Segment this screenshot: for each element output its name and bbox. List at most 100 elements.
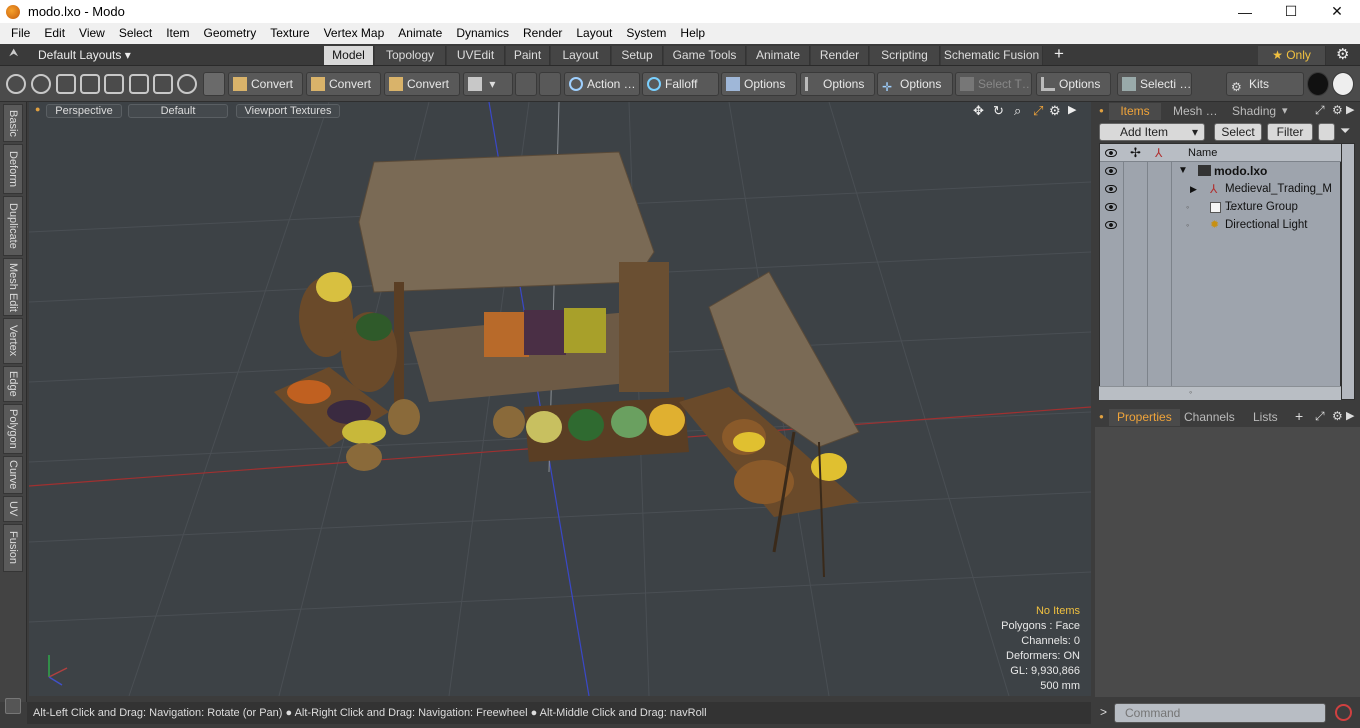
material-mode-icon[interactable]: [177, 74, 197, 94]
options-button-4[interactable]: Options: [1036, 72, 1111, 96]
pan-icon[interactable]: ✥: [973, 103, 984, 119]
name-column-header[interactable]: Name: [1188, 144, 1217, 162]
tab-items[interactable]: Items: [1109, 103, 1161, 120]
sidebar-tab-mesh-edit[interactable]: Mesh Edit: [3, 258, 23, 316]
selection-sets-button[interactable]: Selecti …: [1117, 72, 1192, 96]
tab-shading[interactable]: Shading: [1224, 103, 1284, 120]
tab-model[interactable]: Model: [324, 46, 374, 65]
tab-setup[interactable]: Setup: [612, 46, 663, 65]
3d-viewport[interactable]: ● Perspective Default Viewport Textures …: [29, 102, 1091, 696]
panel-menu-dot-icon[interactable]: ●: [1099, 412, 1104, 421]
item-mode-icon[interactable]: [104, 74, 124, 94]
symmetry-icon[interactable]: [515, 72, 537, 96]
panel-more-icon[interactable]: ▶: [1346, 409, 1354, 422]
tab-game-tools[interactable]: Game Tools: [664, 46, 746, 65]
filter-funnel-icon[interactable]: ⏷: [1340, 123, 1350, 139]
default-layouts-dropdown[interactable]: Default Layouts ▾: [38, 48, 131, 62]
sidebar-tab-polygon[interactable]: Polygon: [3, 404, 23, 454]
menu-layout[interactable]: Layout: [569, 23, 619, 44]
vertex-mode-icon[interactable]: [6, 74, 26, 94]
zoom-icon[interactable]: ⌕: [1014, 103, 1021, 119]
viewport-settings-gear-icon[interactable]: ⚙: [1049, 103, 1061, 119]
market-stall-left-model[interactable]: [274, 151, 689, 471]
item-row-directional-light[interactable]: ◦ ✹ Directional Light: [1100, 216, 1341, 234]
menu-view[interactable]: View: [72, 23, 112, 44]
convert-button-2[interactable]: Convert: [306, 72, 381, 96]
locator-icon[interactable]: ⅄: [1155, 144, 1162, 162]
tab-properties[interactable]: Properties: [1109, 409, 1180, 426]
menu-vertex-map[interactable]: Vertex Map: [317, 23, 392, 44]
unreal-icon[interactable]: [1332, 72, 1354, 96]
record-macro-icon[interactable]: [1335, 704, 1352, 721]
options-button-2[interactable]: Options: [800, 72, 875, 96]
tab-uvedit[interactable]: UVEdit: [447, 46, 505, 65]
center-mode-icon[interactable]: [153, 74, 173, 94]
panel-expand-icon[interactable]: ⤢: [1315, 409, 1325, 424]
viewport-textures-dropdown[interactable]: Viewport Textures: [236, 104, 340, 118]
menu-help[interactable]: Help: [673, 23, 712, 44]
item-row-scene[interactable]: ▼ modo.lxo: [1100, 162, 1341, 180]
collapse-all-icon[interactable]: [1318, 123, 1335, 141]
eye-icon[interactable]: [1105, 167, 1117, 175]
panel-settings-icon[interactable]: ⚙: [1332, 409, 1343, 423]
panel-dropdown-icon[interactable]: ▾: [1282, 104, 1288, 117]
shading-style-dropdown[interactable]: Default: [128, 104, 228, 118]
unity-icon[interactable]: [1307, 72, 1329, 96]
menu-select[interactable]: Select: [112, 23, 159, 44]
tab-render[interactable]: Render: [811, 46, 869, 65]
select-through-button[interactable]: Select T…: [955, 72, 1032, 96]
pivot-mode-icon[interactable]: [129, 74, 149, 94]
snapping-icon[interactable]: [539, 72, 561, 96]
select-button[interactable]: Select: [1214, 123, 1262, 141]
sidebar-tab-uv[interactable]: UV: [3, 496, 23, 522]
scroll-thumb-icon[interactable]: ◦: [1189, 387, 1192, 397]
tab-channels[interactable]: Channels: [1176, 409, 1243, 426]
rotate-icon[interactable]: ↻: [993, 103, 1004, 119]
items-horizontal-scrollbar[interactable]: ◦: [1099, 386, 1341, 400]
menu-dynamics[interactable]: Dynamics: [449, 23, 516, 44]
kits-button[interactable]: ⚙ Kits: [1226, 72, 1304, 96]
menu-render[interactable]: Render: [516, 23, 569, 44]
panel-menu-dot-icon[interactable]: ●: [1099, 106, 1104, 115]
viewport-more-icon[interactable]: ▶: [1068, 103, 1076, 116]
only-toggle[interactable]: ★ Only: [1258, 46, 1326, 65]
viewport-menu-dot-icon[interactable]: ●: [35, 104, 40, 114]
eye-icon[interactable]: [1105, 185, 1117, 193]
add-item-button[interactable]: Add Item ▾: [1099, 123, 1205, 141]
expand-sidebar-button[interactable]: [5, 698, 21, 714]
menu-edit[interactable]: Edit: [37, 23, 72, 44]
sidebar-tab-vertex[interactable]: Vertex: [3, 318, 23, 364]
primitive-dropdown[interactable]: ▾: [463, 72, 513, 96]
sidebar-tab-edge[interactable]: Edge: [3, 366, 23, 402]
action-center-button[interactable]: Action …: [564, 72, 640, 96]
polygon-mode-icon[interactable]: [80, 74, 100, 94]
sidebar-tab-deform[interactable]: Deform: [3, 144, 23, 194]
sidebar-tab-duplicate[interactable]: Duplicate: [3, 196, 23, 256]
maximize-viewport-icon[interactable]: ⤢: [1033, 103, 1043, 119]
items-vertical-scrollbar[interactable]: [1341, 143, 1355, 400]
expand-arrow-icon[interactable]: ▼: [1178, 162, 1188, 180]
panel-settings-icon[interactable]: ⚙: [1332, 103, 1343, 117]
sidebar-tab-curve[interactable]: Curve: [3, 456, 23, 494]
item-row-mesh[interactable]: ▶ ⅄ Medieval_Trading_M …: [1100, 180, 1341, 213]
command-input[interactable]: [1114, 703, 1326, 723]
eye-icon[interactable]: [1105, 149, 1117, 157]
tab-layout[interactable]: Layout: [551, 46, 611, 65]
eye-icon[interactable]: [1105, 203, 1117, 211]
sidebar-tab-fusion[interactable]: Fusion: [3, 524, 23, 572]
falloff-button[interactable]: Falloff: [642, 72, 719, 96]
view-type-dropdown[interactable]: Perspective: [46, 104, 122, 118]
convert-button-1[interactable]: Convert: [228, 72, 303, 96]
maximize-button[interactable]: ☐: [1268, 0, 1314, 23]
tab-topology[interactable]: Topology: [375, 46, 446, 65]
panel-expand-icon[interactable]: ⤢: [1315, 103, 1325, 118]
item-row-texture-group[interactable]: ◦ Texture Group: [1100, 198, 1341, 216]
tab-lists[interactable]: Lists: [1245, 409, 1286, 426]
panel-more-icon[interactable]: ▶: [1346, 103, 1354, 116]
options-button-1[interactable]: Options: [721, 72, 797, 96]
filter-button[interactable]: Filter: [1267, 123, 1313, 141]
collapse-icon[interactable]: ⮝: [9, 47, 18, 60]
close-button[interactable]: ✕: [1314, 0, 1360, 23]
add-tab-button[interactable]: +: [1054, 44, 1064, 64]
menu-system[interactable]: System: [619, 23, 673, 44]
